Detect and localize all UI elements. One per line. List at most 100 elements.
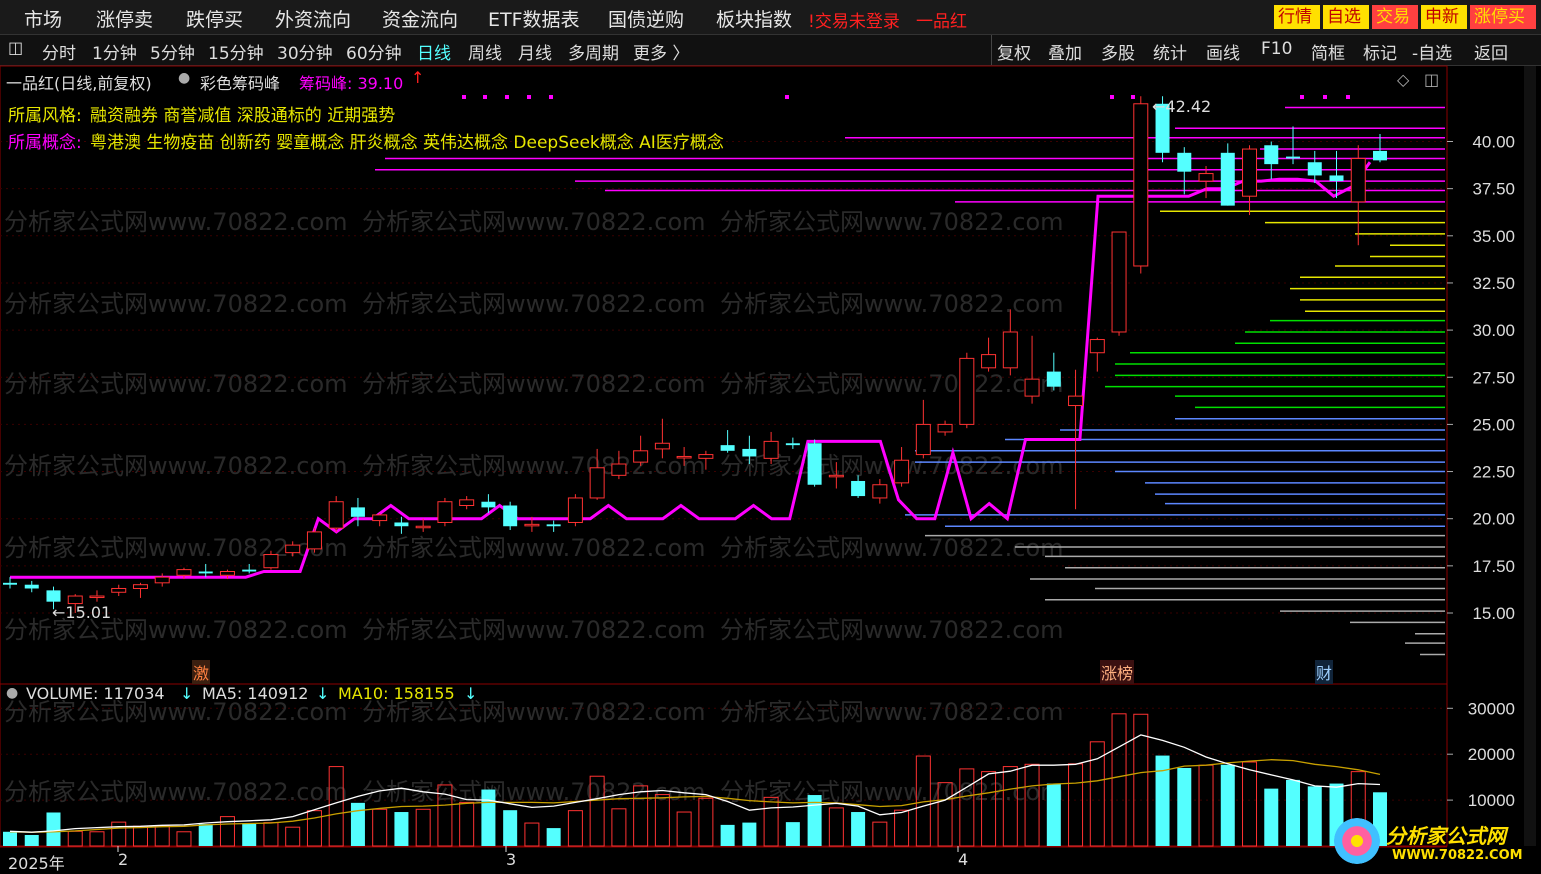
candle-body-down: [785, 443, 800, 446]
signal-dot: [785, 95, 789, 99]
volume-bar-down: [720, 824, 735, 846]
volume-bar-down: [46, 812, 61, 846]
price-tick-label: 17.50: [1472, 557, 1515, 576]
candle-body-down: [1264, 145, 1279, 165]
signal-dot: [1323, 95, 1327, 99]
volume-bar-up: [285, 826, 301, 847]
watermark-text: 分析家公式网www.70822.com: [362, 452, 706, 480]
candle-body-up: [176, 569, 192, 576]
candle-body-up: [372, 514, 388, 522]
volume-down-arrow: ↓: [180, 684, 194, 703]
volume-bar-down: [1264, 788, 1279, 846]
price-tick-label: 32.50: [1472, 274, 1515, 293]
candle-body-down: [1220, 152, 1235, 206]
candle-body-down: [481, 501, 496, 508]
indicator-settings-icon[interactable]: ●: [178, 70, 190, 86]
candle-body-up: [633, 450, 649, 463]
chart-title: 一品红(日线,前复权): [6, 74, 152, 93]
candle-body-up: [1350, 157, 1366, 203]
date-label-year: 2025年: [8, 854, 65, 873]
chart-layout-icon[interactable]: ◫: [1424, 70, 1439, 89]
volume-bar-up: [372, 808, 388, 847]
style-label: 所属风格:: [8, 106, 82, 126]
volume-bar-down: [742, 822, 757, 846]
volume-bar-up: [415, 808, 431, 847]
ma10-down-arrow: ↓: [464, 684, 478, 703]
volume-bar-up: [459, 801, 475, 847]
watermark-text: 分析家公式网www.70822.com: [4, 778, 348, 806]
volume-bar-down: [546, 828, 561, 846]
volume-bar-down: [24, 834, 39, 846]
candle-body-up: [894, 459, 910, 484]
candle-body-down: [1373, 150, 1387, 161]
volume-bar-up: [524, 822, 540, 847]
watermark-text: 分析家公式网www.70822.com: [4, 370, 348, 398]
volume-settings-icon[interactable]: ●: [6, 685, 18, 701]
signal-dot: [527, 95, 531, 99]
volume-bar-down: [350, 802, 365, 846]
signal-dot: [1346, 95, 1350, 99]
event-marker-cai[interactable]: 财: [1315, 660, 1334, 684]
ma10-label: MA10: 158155: [338, 684, 455, 703]
event-marker-ji[interactable]: 激: [192, 660, 211, 684]
volume-tick-label: 20000: [1468, 745, 1515, 764]
candle-body-up: [872, 484, 888, 499]
volume-bar-down: [785, 822, 800, 846]
price-tick-label: 30.00: [1472, 321, 1515, 340]
candle-body-up: [589, 467, 605, 499]
volume-bar-up: [1198, 764, 1214, 847]
date-label-feb: 2: [118, 850, 129, 869]
watermark-text: 分析家公式网www.70822.com: [362, 208, 706, 236]
candle-body-up: [459, 499, 475, 506]
watermark-text: 分析家公式网www.70822.com: [4, 290, 348, 318]
candle-body-up: [1068, 395, 1084, 407]
candle-body-up: [1002, 331, 1018, 369]
chart-options-icon[interactable]: ◇: [1397, 70, 1409, 89]
candle-body-down: [1046, 371, 1061, 387]
watermark-text: 分析家公式网www.70822.com: [362, 290, 706, 318]
concept-value: 粤港澳 生物疫苗 创新药 婴童概念 肝炎概念 英伟达概念 DeepSeek概念 …: [90, 133, 724, 153]
volume-bar-down: [503, 810, 518, 846]
volume-bar-up: [132, 825, 148, 847]
watermark-text: 分析家公式网www.70822.com: [720, 534, 1064, 562]
concept-label: 所属概念:: [8, 133, 82, 153]
candle-body-up: [1198, 173, 1214, 182]
watermark-text: 分析家公式网www.70822.com: [720, 616, 1064, 644]
candle-body-up: [437, 501, 453, 523]
low-price-marker: ←15.01: [52, 603, 112, 622]
price-tick-label: 40.00: [1472, 133, 1515, 152]
high-price-marker: ←42.42: [1152, 97, 1212, 116]
watermark-text: 分析家公式网www.70822.com: [362, 534, 706, 562]
volume-bar-down: [1286, 779, 1301, 846]
volume-bar-up: [567, 810, 583, 847]
volume-bar-up: [154, 825, 170, 847]
volume-bar-up: [1068, 763, 1084, 847]
event-marker-zhangbang[interactable]: 涨榜: [1100, 660, 1135, 684]
candle-body-up: [111, 587, 127, 593]
candle-body-up: [524, 523, 540, 527]
volume-bar-up: [1242, 761, 1258, 847]
volume-bar-up: [676, 811, 692, 847]
signal-dot: [505, 95, 509, 99]
signal-dot: [549, 95, 553, 99]
volume-bar-up: [1133, 713, 1149, 847]
watermark-text: 分析家公式网www.70822.com: [362, 370, 706, 398]
ma5-label: MA5: 140912: [202, 684, 309, 703]
indicator-name[interactable]: 彩色筹码峰: [200, 70, 280, 94]
candle-body-up: [263, 554, 279, 569]
candle-body-up: [698, 454, 714, 459]
candle-body-down: [742, 448, 757, 457]
watermark-text: 分析家公式网www.70822.com: [720, 290, 1064, 318]
signal-dot: [483, 95, 487, 99]
price-tick-label: 25.00: [1472, 415, 1515, 434]
volume-bar-down: [481, 789, 496, 846]
volume-bar-up: [894, 809, 910, 847]
candle-body-up: [132, 584, 148, 589]
candle-body-up: [937, 423, 953, 433]
candle-body-up: [306, 531, 322, 550]
price-tick-label: 37.50: [1472, 180, 1515, 199]
candle-body-down: [242, 569, 257, 572]
candle-body-up: [1024, 378, 1040, 397]
candle-body-up: [611, 463, 627, 476]
candle-body-down: [394, 522, 409, 527]
